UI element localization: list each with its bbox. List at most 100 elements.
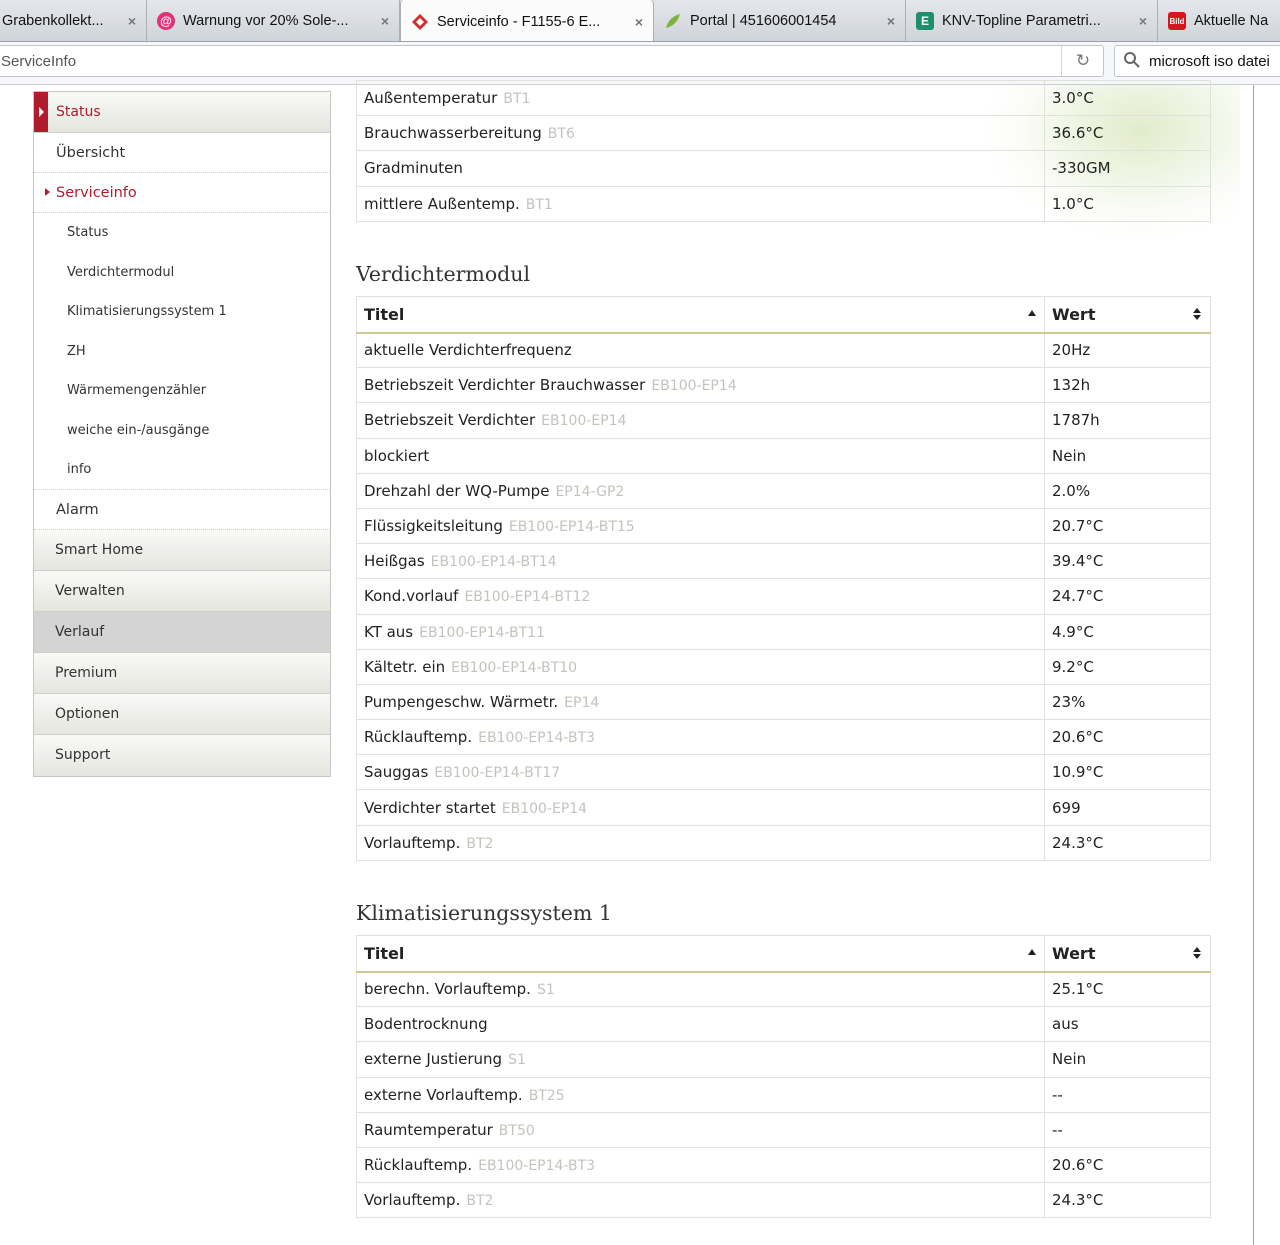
sensor-code: EB100-EP14-BT17 <box>434 765 561 782</box>
sensor-code: EB100-EP14-BT12 <box>464 589 591 606</box>
cell-title: Vorlauftemp. BT2 <box>356 1182 1045 1219</box>
url-text: ServiceInfo <box>1 53 77 70</box>
sensor-code: EB100-EP14 <box>651 378 737 395</box>
sensor-code: EB100-EP14-BT10 <box>451 659 578 676</box>
close-icon[interactable]: × <box>887 13 895 29</box>
table-row: externe Vorlauftemp. BT25 -- <box>356 1076 1211 1113</box>
tab-bild[interactable]: Bild Aktuelle Na <box>1158 0 1280 41</box>
sidebar-subitem-waermemengenzaehler[interactable]: Wärmemengenzähler <box>34 371 330 411</box>
table-row: Betriebszeit Verdichter EB100-EP14 1787h <box>356 402 1211 439</box>
cell-value: -- <box>1044 1111 1211 1148</box>
table-row: Heißgas EB100-EP14-BT14 39.4°C <box>356 543 1211 580</box>
tab-grabenkollektor[interactable]: Grabenkollekt... × <box>0 0 147 41</box>
row-title: externe Vorlauftemp. <box>364 1085 523 1104</box>
cell-title: Betriebszeit Verdichter Brauchwasser EB10… <box>356 367 1045 404</box>
sidebar-subitem-zh[interactable]: ZH <box>34 332 330 372</box>
cell-title: Kond.vorlauf EB100-EP14-BT12 <box>356 578 1045 615</box>
row-title: Raumtemperatur <box>364 1120 493 1139</box>
sensor-code: S1 <box>536 982 555 999</box>
row-title: KT aus <box>364 622 414 641</box>
sensor-code: EB100-EP14-BT14 <box>430 554 557 571</box>
cell-value: -- <box>1044 1076 1211 1113</box>
table-row: Rücklauftemp. EB100-EP14-BT3 20.6°C <box>356 719 1211 756</box>
sidebar-item-serviceinfo[interactable]: Serviceinfo <box>34 173 330 213</box>
table-row: Kältetr. ein EB100-EP14-BT10 9.2°C <box>356 648 1211 685</box>
sidebar-subitem-weiche-ein-ausgaenge[interactable]: weiche ein-/ausgänge <box>34 411 330 451</box>
sidebar-item-premium[interactable]: Premium <box>34 652 330 694</box>
sort-icon <box>1193 308 1201 321</box>
sidebar-subitem-klimatisierungssystem[interactable]: Klimatisierungssystem 1 <box>34 292 330 332</box>
cell-title: berechn. Vorlauftemp. S1 <box>356 970 1045 1008</box>
row-title: Rücklauftemp. <box>364 1156 473 1175</box>
cell-value: Nein <box>1044 437 1211 474</box>
sensor-code: EP14-GP2 <box>555 483 625 500</box>
tab-knv[interactable]: E KNV-Topline Parametri... × <box>906 0 1158 41</box>
table-row: blockiert Nein <box>356 437 1211 474</box>
cell-value: -330GM <box>1044 150 1211 187</box>
section-title-verdichtermodul: Verdichtermodul <box>356 262 531 286</box>
sidebar-item-uebersicht[interactable]: Übersicht <box>34 133 330 173</box>
table-row: Vorlauftemp. BT2 24.3°C <box>356 824 1211 861</box>
table-row: KT aus EB100-EP14-BT11 4.9°C <box>356 613 1211 650</box>
sidebar-item-verwalten[interactable]: Verwalten <box>34 570 330 612</box>
column-label: Titel <box>364 943 405 963</box>
sidebar-item-status[interactable]: Status <box>34 92 330 133</box>
sensor-code: S1 <box>508 1052 526 1069</box>
cell-title: Drehzahl der WQ-Pumpe EP14-GP2 <box>356 472 1045 509</box>
sidebar-item-alarm[interactable]: Alarm <box>34 490 330 530</box>
sensor-code: EB100-EP14-BT15 <box>508 519 635 536</box>
cell-value: 23% <box>1044 683 1211 721</box>
url-bar[interactable]: ServiceInfo ↻ <box>0 45 1104 77</box>
table-row: Raumtemperatur BT50 -- <box>356 1111 1211 1148</box>
sensor-code: EB100-EP14-BT3 <box>478 730 596 747</box>
table-row: Kond.vorlauf EB100-EP14-BT12 24.7°C <box>356 578 1211 615</box>
row-title: Vorlauftemp. <box>364 833 461 852</box>
content-border <box>1253 85 1254 1245</box>
search-box[interactable]: microsoft iso datei <box>1114 45 1280 77</box>
column-header-titel[interactable]: Titel <box>356 296 1045 334</box>
sidebar-item-optionen[interactable]: Optionen <box>34 693 330 735</box>
close-icon[interactable]: × <box>635 14 643 30</box>
close-icon[interactable]: × <box>381 13 389 29</box>
cell-value: Nein <box>1044 1041 1211 1078</box>
cell-title: Bodentrocknung <box>356 1006 1045 1043</box>
row-title: Betriebszeit Verdichter Brauchwasser <box>364 376 646 395</box>
cell-title: Verdichter startet EB100-EP14 <box>356 789 1045 826</box>
search-input[interactable]: microsoft iso datei <box>1149 53 1270 70</box>
sidebar-item-support[interactable]: Support <box>34 734 330 776</box>
column-label: Wert <box>1052 943 1096 963</box>
table-row: Betriebszeit Verdichter Brauchwasser EB10… <box>356 367 1211 404</box>
sort-ascending-icon <box>1028 310 1036 316</box>
column-header-wert[interactable]: Wert <box>1044 296 1211 334</box>
tab-title: Warnung vor 20% Sole-... <box>183 13 349 29</box>
close-icon[interactable]: × <box>1139 13 1147 29</box>
column-header-wert[interactable]: Wert <box>1044 935 1211 973</box>
tab-serviceinfo[interactable]: Serviceinfo - F1155-6 E... × <box>400 0 654 41</box>
row-title: blockiert <box>364 446 430 465</box>
sensor-code: BT6 <box>547 126 575 143</box>
cell-title: Raumtemperatur BT50 <box>356 1111 1045 1148</box>
column-header-titel[interactable]: Titel <box>356 935 1045 973</box>
tab-title: Grabenkollekt... <box>2 13 104 29</box>
close-icon[interactable]: × <box>128 13 136 29</box>
cell-title: KT aus EB100-EP14-BT11 <box>356 613 1045 650</box>
sort-icon <box>1193 947 1201 960</box>
tab-warnung[interactable]: @ Warnung vor 20% Sole-... × <box>147 0 400 41</box>
sidebar-subitem-status[interactable]: Status <box>34 213 330 253</box>
cell-value: 36.6°C <box>1044 115 1211 152</box>
reload-icon[interactable]: ↻ <box>1061 46 1104 76</box>
sidebar-item-verlauf[interactable]: Verlauf <box>34 611 330 653</box>
sidebar-subitem-verdichtermodul[interactable]: Verdichtermodul <box>34 253 330 293</box>
sensor-code: BT2 <box>466 835 494 852</box>
klimatisierungssystem-table-body: berechn. Vorlauftemp. S1 25.1°C Bodentrockn… <box>356 970 1211 1219</box>
table-row: Pumpengeschw. Wärmetr. EP14 23% <box>356 683 1211 721</box>
sidebar-subitem-info[interactable]: info <box>34 450 330 490</box>
sidebar-item-smart-home[interactable]: Smart Home <box>34 529 330 571</box>
table-row: Vorlauftemp. BT2 24.3°C <box>356 1182 1211 1219</box>
cell-value: 39.4°C <box>1044 543 1211 580</box>
cell-value: 20Hz <box>1044 331 1211 369</box>
tab-portal[interactable]: Portal | 451606001454 × <box>654 0 906 41</box>
cell-title: Vorlauftemp. BT2 <box>356 824 1045 861</box>
row-title: Vorlauftemp. <box>364 1191 461 1210</box>
cell-title: Flüssigkeitsleitung EB100-EP14-BT15 <box>356 507 1045 545</box>
